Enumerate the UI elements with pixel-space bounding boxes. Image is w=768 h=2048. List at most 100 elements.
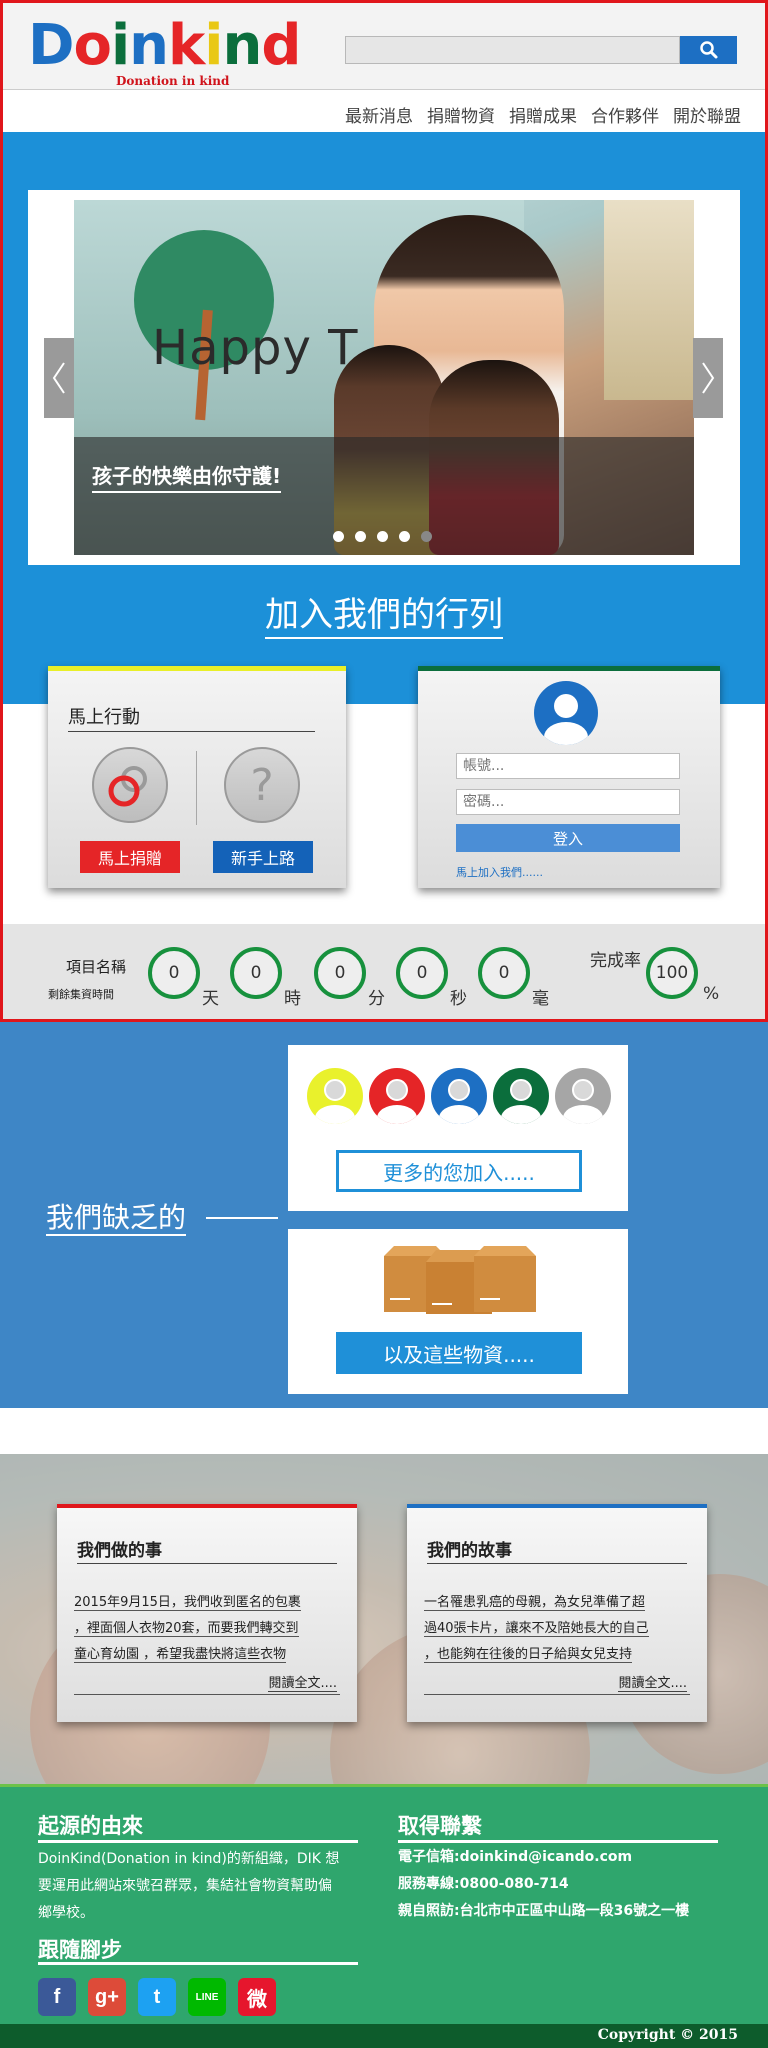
nav-item-4[interactable]: 合作夥伴 <box>591 102 659 127</box>
newbie-guide-button[interactable]: 新手上路 <box>213 841 313 873</box>
search-input[interactable] <box>345 36 680 64</box>
volunteer-avatar-icon <box>431 1068 487 1124</box>
countdown-value: 0 <box>396 947 448 999</box>
story-line: 過40張卡片，讓來不及陪她長大的自己 <box>424 1621 649 1637</box>
nav-item-2[interactable]: 捐贈物資 <box>427 102 495 127</box>
carousel-dots <box>333 531 443 542</box>
countdown-unit: 秒 <box>450 989 467 1009</box>
story-line: 童心育幼園 ，希望我盡快將這些衣物 <box>74 1647 287 1663</box>
volunteer-avatar-icon <box>555 1068 611 1124</box>
follow-title-line <box>38 1962 358 1965</box>
lack-title-text: 我們缺乏的 <box>46 1201 187 1236</box>
search-button[interactable] <box>680 36 737 64</box>
carousel-next-button[interactable] <box>693 338 723 418</box>
slide-wall-text: Happy T <box>152 320 359 376</box>
question-icon: ? <box>250 759 274 811</box>
read-more-link[interactable]: 閱讀全文.... <box>618 1672 687 1692</box>
line-icon[interactable]: LINE <box>188 1978 226 2016</box>
lack-title: 我們缺乏的 <box>46 1196 187 1236</box>
boxes-icon <box>384 1246 536 1314</box>
main-nav: 最新消息 捐贈物資 捐贈成果 合作夥伴 開於聯盟 <box>0 90 768 132</box>
donate-now-button[interactable]: 馬上捐贈 <box>80 841 180 873</box>
contact-line: 電子信箱:doinkind@icando.com <box>398 1849 633 1865</box>
origin-title: 起源的由來 <box>38 1814 143 1838</box>
origin-title-line <box>38 1840 358 1843</box>
logo-letter: i <box>110 13 130 78</box>
chevron-right-icon <box>702 362 715 394</box>
countdown-unit: 天 <box>202 989 219 1009</box>
our-story-card: 我們的故事 一名罹患乳癌的母親，為女兒準備了超 過40張卡片，讓來不及陪她長大的自… <box>407 1504 707 1722</box>
countdown-value: 0 <box>314 947 366 999</box>
nav-item-1[interactable]: 最新消息 <box>345 102 413 127</box>
twitter-icon[interactable]: t <box>138 1978 176 2016</box>
nav-item-5[interactable]: 開於聯盟 <box>673 102 741 127</box>
login-button[interactable]: 登入 <box>456 824 680 852</box>
logo-letter: n <box>129 13 169 78</box>
story-underline <box>424 1694 690 1695</box>
project-name-label: 項目名稱 <box>66 958 127 976</box>
user-icon <box>544 694 588 745</box>
logo[interactable]: Doinkind Donation in kind <box>28 18 318 90</box>
password-input[interactable] <box>456 789 680 815</box>
search-icon <box>699 41 717 59</box>
rings-icon <box>108 766 147 807</box>
carousel-dot[interactable] <box>421 531 432 542</box>
countdown-value: 0 <box>230 947 282 999</box>
story-line: 2015年9月15日，我們收到匿名的包裹 <box>74 1595 301 1611</box>
contact-line: 服務專線:0800-080-714 <box>398 1876 569 1892</box>
countdown-bar: 項目名稱 剩餘集資時間 0天0時0分0秒0毫 完成率 100 % <box>0 924 768 1022</box>
countdown-value: 0 <box>478 947 530 999</box>
action-card-title: 馬上行動 <box>68 703 315 732</box>
carousel-slide-image[interactable]: Happy T 孩子的快樂由你守護! <box>74 200 694 555</box>
weibo-icon[interactable]: 微 <box>238 1978 276 2016</box>
what-we-do-body: 2015年9月15日，我們收到匿名的包裹 ，裡面個人衣物20套，而要我們轉交到 童心… <box>74 1590 340 1668</box>
carousel-dot[interactable] <box>355 531 366 542</box>
help-circle[interactable]: ? <box>224 747 300 823</box>
nav-item-3[interactable]: 捐贈成果 <box>509 102 577 127</box>
logo-letter: o <box>73 13 111 78</box>
logo-letter: d <box>261 13 301 78</box>
completion-rate-label: 完成率 <box>590 951 641 971</box>
chevron-left-icon <box>52 362 65 394</box>
header: Doinkind Donation in kind <box>0 0 768 90</box>
origin-line: 鄉學校。 <box>38 1905 94 1921</box>
contact-title-line <box>398 1840 718 1843</box>
story-line: ，裡面個人衣物20套，而要我們轉交到 <box>74 1621 299 1637</box>
our-story-title: 我們的故事 <box>427 1536 687 1564</box>
lack-title-line <box>206 1217 278 1219</box>
carousel-prev-button[interactable] <box>44 338 74 418</box>
follow-title: 跟隨腳步 <box>38 1938 122 1962</box>
donate-circle[interactable] <box>92 747 168 823</box>
carousel-dot[interactable] <box>377 531 388 542</box>
more-people-button[interactable]: 更多的您加入..... <box>336 1150 582 1192</box>
logo-letter: k <box>168 13 205 78</box>
action-divider <box>196 751 197 825</box>
story-underline <box>74 1694 340 1695</box>
join-now-link[interactable]: 馬上加入我們...... <box>456 864 543 880</box>
copyright: Copyright © 2015 <box>597 2027 738 2043</box>
facebook-icon[interactable]: f <box>38 1978 76 2016</box>
what-we-do-card: 我們做的事 2015年9月15日，我們收到匿名的包裹 ，裡面個人衣物20套，而要我… <box>57 1504 357 1722</box>
carousel-dot[interactable] <box>399 531 410 542</box>
read-more-link[interactable]: 閱讀全文.... <box>268 1672 337 1692</box>
account-input[interactable] <box>456 753 680 779</box>
countdown-unit: 分 <box>368 989 385 1009</box>
google-plus-icon[interactable]: g+ <box>88 1978 126 2016</box>
more-goods-button[interactable]: 以及這些物資..... <box>336 1332 582 1374</box>
volunteer-avatar-icon <box>307 1068 363 1124</box>
action-card: 馬上行動 ? 馬上捐贈 新手上路 <box>48 666 346 888</box>
login-card: 登入 馬上加入我們...... <box>418 666 720 888</box>
volunteer-avatar-icon <box>369 1068 425 1124</box>
contact-title: 取得聯繫 <box>398 1814 482 1838</box>
logo-letter: i <box>204 13 223 78</box>
countdown-unit: 毫 <box>532 989 549 1009</box>
our-story-body: 一名罹患乳癌的母親，為女兒準備了超 過40張卡片，讓來不及陪她長大的自己 ，也能夠在… <box>424 1590 690 1668</box>
logo-letter: n <box>222 13 263 78</box>
join-title[interactable]: 加入我們的行列 <box>0 587 768 639</box>
carousel-dot[interactable] <box>333 531 344 542</box>
footer-top-line <box>0 1784 768 1787</box>
slide-caption: 孩子的快樂由你守護! <box>92 460 282 493</box>
contact-text: 電子信箱:doinkind@icando.com 服務專線:0800-080-71… <box>398 1844 758 1925</box>
countdown-value: 0 <box>148 947 200 999</box>
search-bar <box>345 36 737 64</box>
